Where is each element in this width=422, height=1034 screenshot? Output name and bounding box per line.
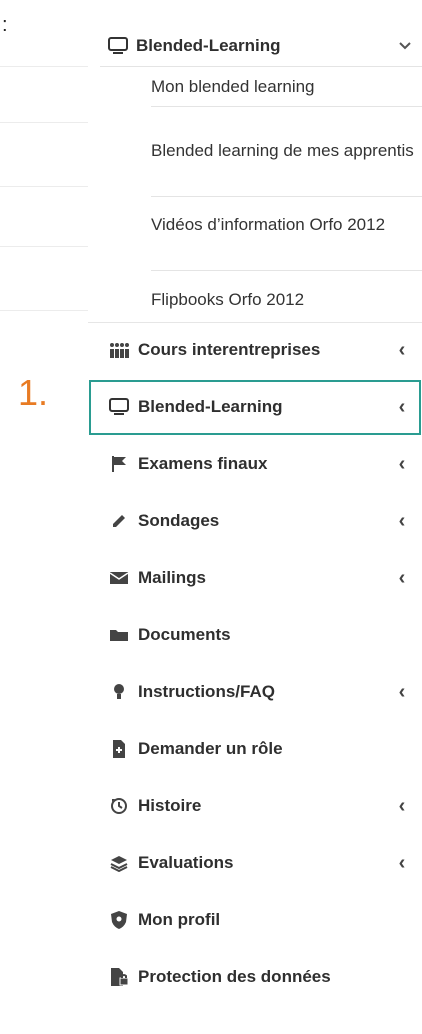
menu-item-label: Blended-Learning [138,397,283,416]
menu-item-documents[interactable]: Documents [88,607,422,664]
pencil-icon [100,512,138,530]
monitor-icon [100,397,138,417]
submenu-item-label: Vidéos d’information Orfo 2012 [151,215,386,234]
submenu-header-blended-learning[interactable]: Blended-Learning [100,26,422,67]
history-icon [100,796,138,816]
lightbulb-icon [100,682,138,702]
menu-item-label: Sondages [138,511,220,530]
flag-icon [100,455,138,473]
monitor-icon [100,36,136,56]
menu-item-blended-learning[interactable]: Blended-Learning ‹ [88,379,422,436]
menu-item-mon-profil[interactable]: Mon profil [88,892,422,949]
submenu-item-apprentis[interactable]: Blended learning de mes apprentis [151,134,422,197]
chevron-left-icon: ‹ [398,794,406,817]
blended-learning-submenu: Blended-Learning Mon blended learning Bl… [88,0,422,323]
menu-item-cours-interentreprises[interactable]: Cours interentreprises ‹ [88,322,422,379]
menu-item-label: Protection des données [138,967,331,986]
shield-icon [100,910,138,930]
chevron-left-icon: ‹ [398,338,406,361]
chevron-down-icon [398,41,412,51]
menu-item-label: Cours interentreprises [138,340,321,359]
menu-item-evaluations[interactable]: Evaluations ‹ [88,835,422,892]
menu-item-examens-finaux[interactable]: Examens finaux ‹ [88,436,422,493]
file-plus-icon [100,739,138,759]
menu-item-instructions-faq[interactable]: Instructions/FAQ ‹ [88,664,422,721]
menu-item-label: Demander un rôle [138,739,283,758]
menu-item-mailings[interactable]: Mailings ‹ [88,550,422,607]
submenu-item-label: Blended learning de mes apprentis [151,141,414,160]
submenu-item-flipbooks[interactable]: Flipbooks Orfo 2012 [151,283,422,319]
menu-item-label: Mailings [138,568,207,587]
submenu-item-label: Mon blended learning [151,77,315,96]
menu-item-sondages[interactable]: Sondages ‹ [88,493,422,550]
chevron-left-icon: ‹ [398,509,406,532]
folder-icon [100,627,138,643]
envelope-icon [100,570,138,586]
menu-item-demander-un-role[interactable]: Demander un rôle [88,721,422,778]
menu-item-label: Evaluations [138,853,234,872]
background-panel [0,66,88,311]
divider [0,66,88,67]
divider [0,122,88,123]
submenu-item-videos[interactable]: Vidéos d’information Orfo 2012 [151,208,422,271]
chevron-left-icon: ‹ [398,566,406,589]
chevron-left-icon: ‹ [398,680,406,703]
layers-icon [100,854,138,872]
submenu-item-label: Flipbooks Orfo 2012 [151,290,305,309]
menu-item-label: Mon profil [138,910,221,929]
sidebar-menu: Cours interentreprises ‹ Blended-Learnin… [88,322,422,1006]
submenu-header-label: Blended-Learning [136,36,281,55]
chevron-left-icon: ‹ [398,851,406,874]
users-icon [100,341,138,359]
divider [0,246,88,247]
menu-item-protection-des-donnees[interactable]: Protection des données [88,949,422,1006]
chevron-left-icon: ‹ [398,395,406,418]
menu-item-histoire[interactable]: Histoire ‹ [88,778,422,835]
submenu-item-mon-blended-learning[interactable]: Mon blended learning [151,70,422,107]
divider [0,186,88,187]
menu-item-label: Documents [138,625,231,644]
colon-text: : [2,14,8,36]
chevron-left-icon: ‹ [398,452,406,475]
menu-item-label: Instructions/FAQ [138,682,275,701]
step-number: 1. [18,372,49,413]
menu-item-label: Examens finaux [138,454,268,473]
file-lock-icon [100,967,138,987]
menu-item-label: Histoire [138,796,202,815]
divider [0,310,88,311]
